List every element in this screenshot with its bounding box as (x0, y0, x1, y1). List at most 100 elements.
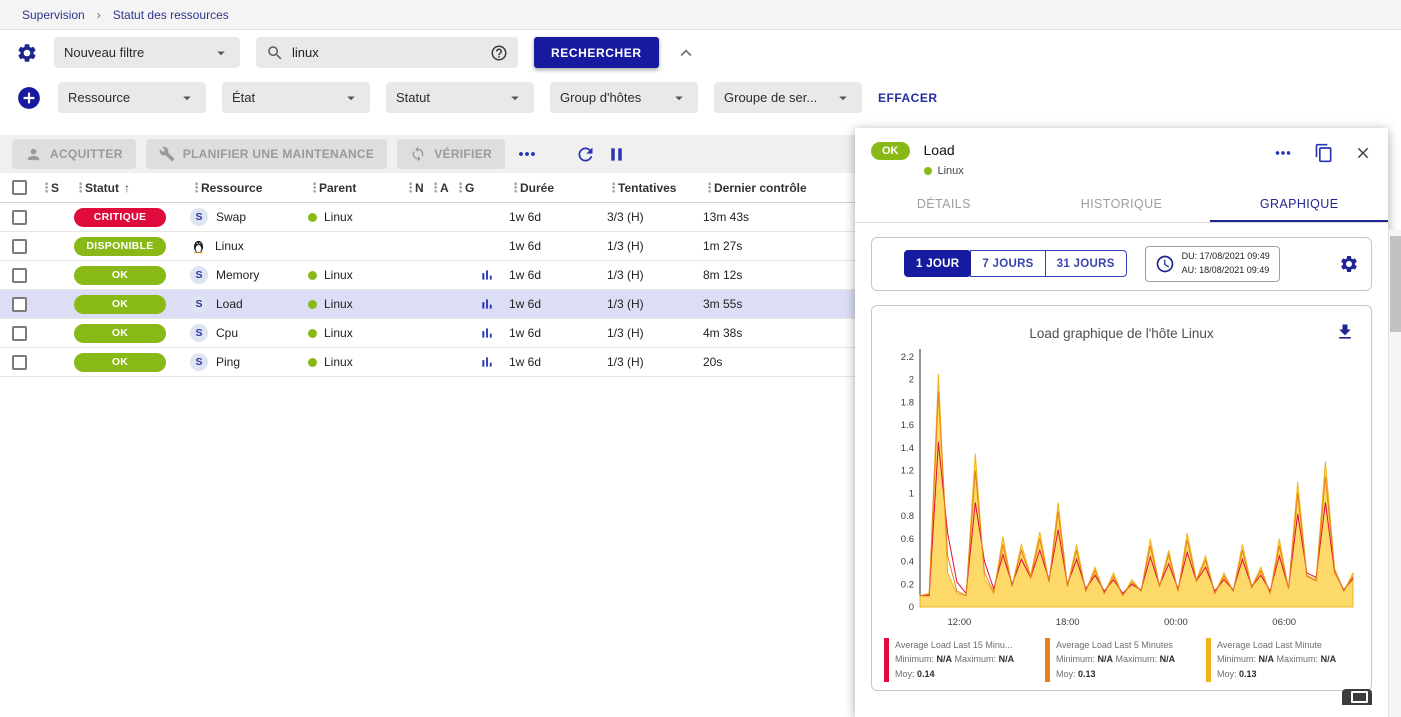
parent-cell[interactable]: Linux (308, 268, 404, 282)
resource-cell[interactable]: SCpu (190, 324, 308, 342)
column-header-severity[interactable]: S (51, 181, 59, 195)
column-menu-icon[interactable]: ⋮ (454, 180, 462, 196)
legend-item[interactable]: Average Load Last 15 Minu...Minimum: N/A… (884, 638, 1037, 682)
row-checkbox[interactable] (12, 239, 27, 254)
copy-link-button[interactable] (1314, 143, 1334, 163)
graph-settings-button[interactable] (1339, 254, 1359, 274)
search-input[interactable] (292, 45, 482, 60)
column-header-g[interactable]: G (465, 181, 474, 195)
acknowledge-button[interactable]: ACQUITTER (12, 139, 136, 169)
more-actions-button[interactable] (515, 142, 539, 166)
column-menu-icon[interactable]: ⋮ (190, 180, 198, 196)
close-panel-button[interactable] (1354, 144, 1372, 162)
column-menu-icon[interactable]: ⋮ (40, 180, 48, 196)
tab-graph[interactable]: GRAPHIQUE (1210, 187, 1388, 222)
column-header-a[interactable]: A (440, 181, 449, 195)
clear-filters-button[interactable]: EFFACER (878, 91, 938, 105)
schedule-downtime-button[interactable]: PLANIFIER UNE MAINTENANCE (146, 139, 388, 169)
column-menu-icon[interactable]: ⋮ (703, 180, 711, 196)
parent-cell[interactable]: Linux (308, 355, 404, 369)
column-header-last-check[interactable]: Dernier contrôle (714, 181, 807, 195)
column-header-duration[interactable]: Durée (520, 181, 554, 195)
column-menu-icon[interactable]: ⋮ (509, 180, 517, 196)
saved-filter-select[interactable]: Nouveau filtre (54, 37, 240, 68)
last-check-cell: 13m 43s (703, 210, 855, 224)
resource-cell[interactable]: SLoad (190, 295, 308, 313)
table-row[interactable]: CRITIQUESSwapLinux1w 6d3/3 (H)13m 43s (0, 203, 855, 232)
graph-card: Load graphique de l'hôte Linux 00.20.40.… (871, 305, 1372, 691)
legend-average: Moy: 0.13 (1217, 667, 1336, 681)
refresh-button[interactable] (575, 144, 596, 165)
parent-cell[interactable]: Linux (308, 326, 404, 340)
resource-name: Load (216, 297, 243, 311)
range-1-day-button[interactable]: 1 JOUR (904, 250, 971, 277)
column-menu-icon[interactable]: ⋮ (607, 180, 615, 196)
resource-cell[interactable]: SMemory (190, 266, 308, 284)
filter-dropdown-etat[interactable]: État (222, 82, 370, 113)
graph-icon[interactable] (479, 296, 495, 312)
load-chart-svg[interactable]: 00.20.40.60.811.21.41.61.822.212:0018:00… (884, 343, 1361, 633)
svg-text:0.2: 0.2 (901, 579, 914, 590)
column-menu-icon[interactable]: ⋮ (74, 180, 82, 196)
graph-icon[interactable] (479, 354, 495, 370)
pause-autorefresh-button[interactable] (606, 144, 627, 165)
parent-status-dot-icon (308, 271, 317, 280)
date-from: DU: 17/08/2021 09:49 (1182, 250, 1270, 264)
tab-details[interactable]: DÉTAILS (855, 187, 1033, 222)
panel-more-button[interactable] (1272, 142, 1294, 164)
column-menu-icon[interactable]: ⋮ (308, 180, 316, 196)
screenshot-pip-icon[interactable] (1342, 689, 1372, 705)
table-row[interactable]: OKSPingLinux1w 6d1/3 (H)20s (0, 348, 855, 377)
breadcrumb-item-current[interactable]: Statut des ressources (113, 8, 229, 22)
filter-dropdown-groupe-services[interactable]: Groupe de ser... (714, 82, 862, 113)
svg-text:18:00: 18:00 (1056, 617, 1080, 628)
column-menu-icon[interactable]: ⋮ (429, 180, 437, 196)
table-row[interactable]: OKSLoadLinux1w 6d1/3 (H)3m 55s (0, 290, 855, 319)
vertical-scrollbar[interactable] (1388, 230, 1401, 717)
table-row[interactable]: OKSMemoryLinux1w 6d1/3 (H)8m 12s (0, 261, 855, 290)
filter-dropdown-ressource[interactable]: Ressource (58, 82, 206, 113)
search-button[interactable]: RECHERCHER (534, 37, 659, 68)
column-header-n[interactable]: N (415, 181, 424, 195)
collapse-filters-chevron-up-icon[interactable] (675, 42, 697, 64)
row-checkbox[interactable] (12, 297, 27, 312)
filter-dropdown-groupe-hotes[interactable]: Group d'hôtes (550, 82, 698, 113)
search-box[interactable] (256, 37, 518, 68)
resource-cell[interactable]: Linux (190, 238, 308, 255)
filter-settings-gear-icon[interactable] (16, 42, 38, 64)
column-header-parent[interactable]: Parent (319, 181, 356, 195)
filter-dropdown-statut[interactable]: Statut (386, 82, 534, 113)
parent-cell[interactable]: Linux (308, 297, 404, 311)
column-header-resource[interactable]: Ressource (201, 181, 262, 195)
row-checkbox[interactable] (12, 268, 27, 283)
row-checkbox[interactable] (12, 326, 27, 341)
tab-history[interactable]: HISTORIQUE (1033, 187, 1211, 222)
svg-text:2: 2 (909, 375, 914, 386)
plus-circle-icon (16, 85, 42, 111)
add-criteria-button[interactable] (16, 85, 42, 111)
custom-date-range[interactable]: DU: 17/08/2021 09:49 AU: 18/08/2021 09:4… (1145, 246, 1280, 282)
row-checkbox[interactable] (12, 355, 27, 370)
search-help-icon[interactable] (490, 44, 508, 62)
breadcrumb-item-supervision[interactable]: Supervision (22, 8, 85, 22)
row-checkbox[interactable] (12, 210, 27, 225)
scrollbar-thumb[interactable] (1390, 236, 1401, 332)
check-button[interactable]: VÉRIFIER (397, 139, 505, 169)
column-header-tries[interactable]: Tentatives (618, 181, 676, 195)
resource-cell[interactable]: SSwap (190, 208, 308, 226)
resource-cell[interactable]: SPing (190, 353, 308, 371)
parent-cell[interactable]: Linux (308, 210, 404, 224)
range-31-days-button[interactable]: 31 JOURS (1045, 250, 1127, 277)
export-graph-button[interactable] (1335, 322, 1355, 342)
column-menu-icon[interactable]: ⋮ (404, 180, 412, 196)
select-all-checkbox[interactable] (12, 180, 27, 195)
table-row[interactable]: DISPONIBLELinux1w 6d1/3 (H)1m 27s (0, 232, 855, 261)
table-row[interactable]: OKSCpuLinux1w 6d1/3 (H)4m 38s (0, 319, 855, 348)
range-7-days-button[interactable]: 7 JOURS (970, 250, 1045, 277)
graph-icon[interactable] (479, 267, 495, 283)
graph-icon[interactable] (479, 325, 495, 341)
legend-item[interactable]: Average Load Last 5 MinutesMinimum: N/A … (1045, 638, 1198, 682)
column-header-status[interactable]: Statut (85, 181, 119, 195)
legend-item[interactable]: Average Load Last MinuteMinimum: N/A Max… (1206, 638, 1359, 682)
sort-asc-icon[interactable]: ↑ (124, 181, 130, 195)
